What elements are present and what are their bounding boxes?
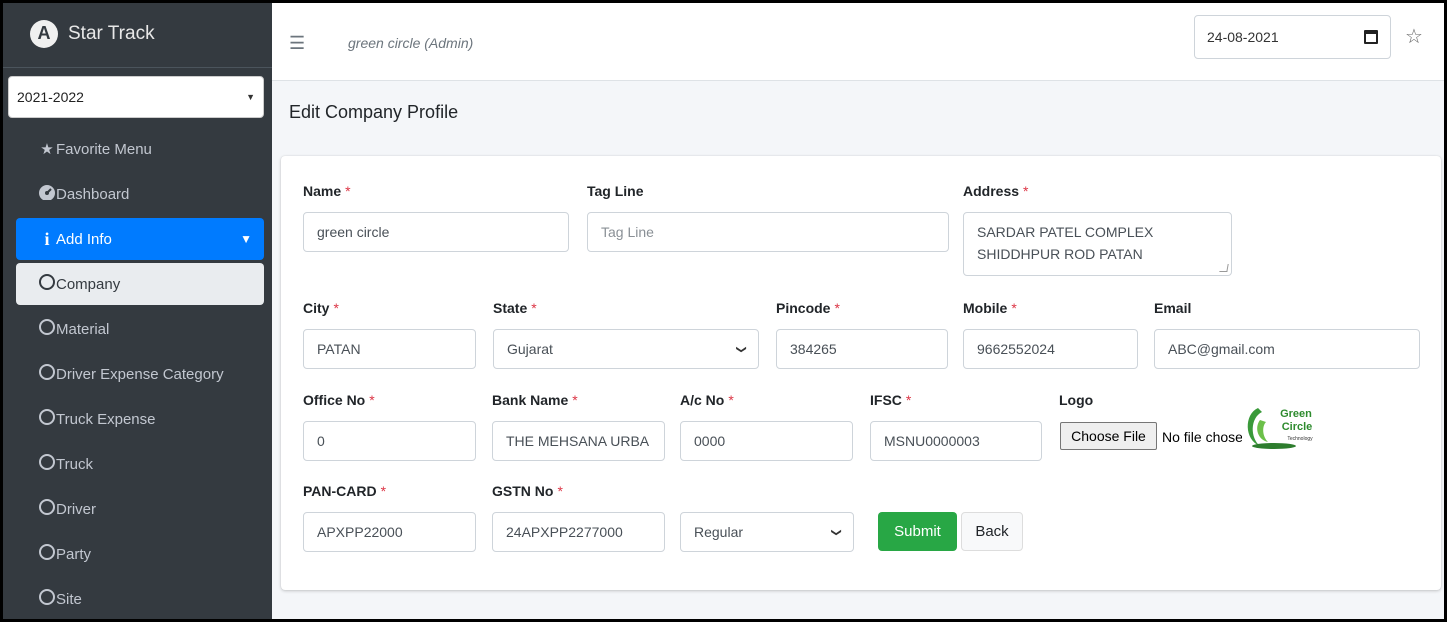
logo-label: Logo [1059,392,1094,408]
circle-icon [38,319,56,339]
chevron-down-icon: ❯ [735,344,747,354]
ifsc-label: IFSC * [870,392,912,408]
ifsc-input[interactable]: MSNU0000003 [870,421,1042,461]
mobile-input[interactable]: 9662552024 [963,329,1138,369]
resize-handle-icon[interactable] [1219,264,1229,272]
svg-text:Technology: Technology [1287,436,1313,442]
user-label: green circle (Admin) [348,35,474,51]
star-icon: ★ [40,141,54,158]
sidebar-item-driver[interactable]: Driver [16,488,264,530]
sidebar-item-driver-expense-category[interactable]: Driver Expense Category [16,353,264,395]
hamburger-menu-icon[interactable]: ☰ [289,33,305,54]
sidebar-item-add-info[interactable]: i Add Info ▼ [16,218,264,260]
sidebar-item-label: Truck Expense [56,410,156,428]
city-input[interactable]: PATAN [303,329,476,369]
choose-file-button[interactable]: Choose File [1060,422,1157,450]
pincode-input[interactable]: 384265 [776,329,948,369]
calendar-icon[interactable] [1364,30,1378,44]
company-logo-image: Green Circle Technology [1240,400,1320,454]
chevron-down-icon: ▼ [240,232,252,246]
sidebar-item-dashboard[interactable]: Dashboard [16,173,264,215]
circle-icon [38,544,56,564]
info-icon: i [44,228,50,249]
svg-text:Circle: Circle [1282,421,1313,433]
submit-button[interactable]: Submit [878,512,957,551]
address-label: Address * [963,183,1029,199]
dashboard-icon [38,184,56,204]
office-no-input[interactable]: 0 [303,421,476,461]
back-button[interactable]: Back [961,512,1023,551]
sidebar-item-truck-expense[interactable]: Truck Expense [16,398,264,440]
address-line: SHIDDHPUR ROD PATAN [977,246,1143,262]
sidebar-item-label: Driver [56,500,96,518]
address-textarea[interactable]: SARDAR PATEL COMPLEX SHIDDHPUR ROD PATAN [963,212,1232,276]
brand-name: Star Track [68,22,155,44]
sidebar-item-label: Driver Expense Category [56,365,224,383]
circle-icon [38,364,56,384]
name-input[interactable]: green circle [303,212,569,252]
circle-icon [38,454,56,474]
pincode-label: Pincode * [776,300,840,316]
sidebar-item-party[interactable]: Party [16,533,264,575]
sidebar-item-label: Favorite Menu [56,140,152,158]
email-input[interactable]: ABC@gmail.com [1154,329,1420,369]
tag-line-input[interactable]: Tag Line [587,212,949,252]
sidebar-item-label: Party [56,545,92,563]
name-label: Name * [303,183,351,199]
page-title: Edit Company Profile [289,102,459,122]
sidebar-item-label: Material [56,320,110,338]
ac-no-label: A/c No * [680,392,734,408]
circle-icon [38,274,56,294]
sidebar-item-label: Truck [56,455,93,473]
chevron-down-icon: ❯ [830,527,842,537]
sidebar-item-label: Dashboard [56,185,130,203]
sidebar-item-material[interactable]: Material [16,308,264,350]
sidebar-item-favorite-menu[interactable]: ★ Favorite Menu [16,128,264,170]
state-label: State * [493,300,537,316]
sidebar-item-label: Company [56,275,121,293]
financial-year-select[interactable]: 2021-2022 ▼ [8,76,264,118]
date-input[interactable]: 24-08-2021 [1194,15,1391,59]
topbar: ☰ green circle (Admin) 24-08-2021 ☆ [272,0,1447,81]
favorite-star-icon[interactable]: ☆ [1405,24,1423,49]
gst-type-select[interactable]: Regular ❯ [680,512,854,552]
gst-type-value: Regular [694,524,744,540]
brand[interactable]: A Star Track [0,0,272,68]
circle-icon [38,589,56,609]
sidebar-item-company[interactable]: Company [16,263,264,305]
circle-icon [38,409,56,429]
financial-year-value: 2021-2022 [17,89,84,105]
gstn-input[interactable]: 24APXPP2277000 [492,512,665,552]
svg-text:Green: Green [1280,408,1312,420]
state-select[interactable]: Gujarat ❯ [493,329,759,369]
gstn-label: GSTN No * [492,483,563,499]
tag-line-label: Tag Line [587,183,644,199]
bank-name-input[interactable]: THE MEHSANA URBA [492,421,665,461]
sidebar-item-site[interactable]: Site [16,578,264,620]
pan-card-label: PAN-CARD * [303,483,387,499]
sidebar-item-label: Add Info [56,230,112,248]
mobile-label: Mobile * [963,300,1017,316]
state-value: Gujarat [507,341,553,357]
sidebar: A Star Track 2021-2022 ▼ ★ Favorite Menu… [0,0,272,622]
pan-card-input[interactable]: APXPP22000 [303,512,476,552]
ac-no-input[interactable]: 0000 [680,421,853,461]
sidebar-nav: ★ Favorite Menu Dashboard i Add Info ▼ C… [0,128,272,622]
bank-name-label: Bank Name * [492,392,578,408]
circle-icon [38,499,56,519]
brand-logo-icon: A [30,19,58,48]
file-status: No file chose [1162,429,1242,445]
sidebar-item-truck[interactable]: Truck [16,443,264,485]
sidebar-item-label: Site [56,590,82,608]
office-no-label: Office No * [303,392,375,408]
caret-down-icon: ▼ [246,92,255,102]
date-value: 24-08-2021 [1207,29,1279,45]
address-line: SARDAR PATEL COMPLEX [977,224,1154,240]
city-label: City * [303,300,339,316]
email-label: Email [1154,300,1192,316]
